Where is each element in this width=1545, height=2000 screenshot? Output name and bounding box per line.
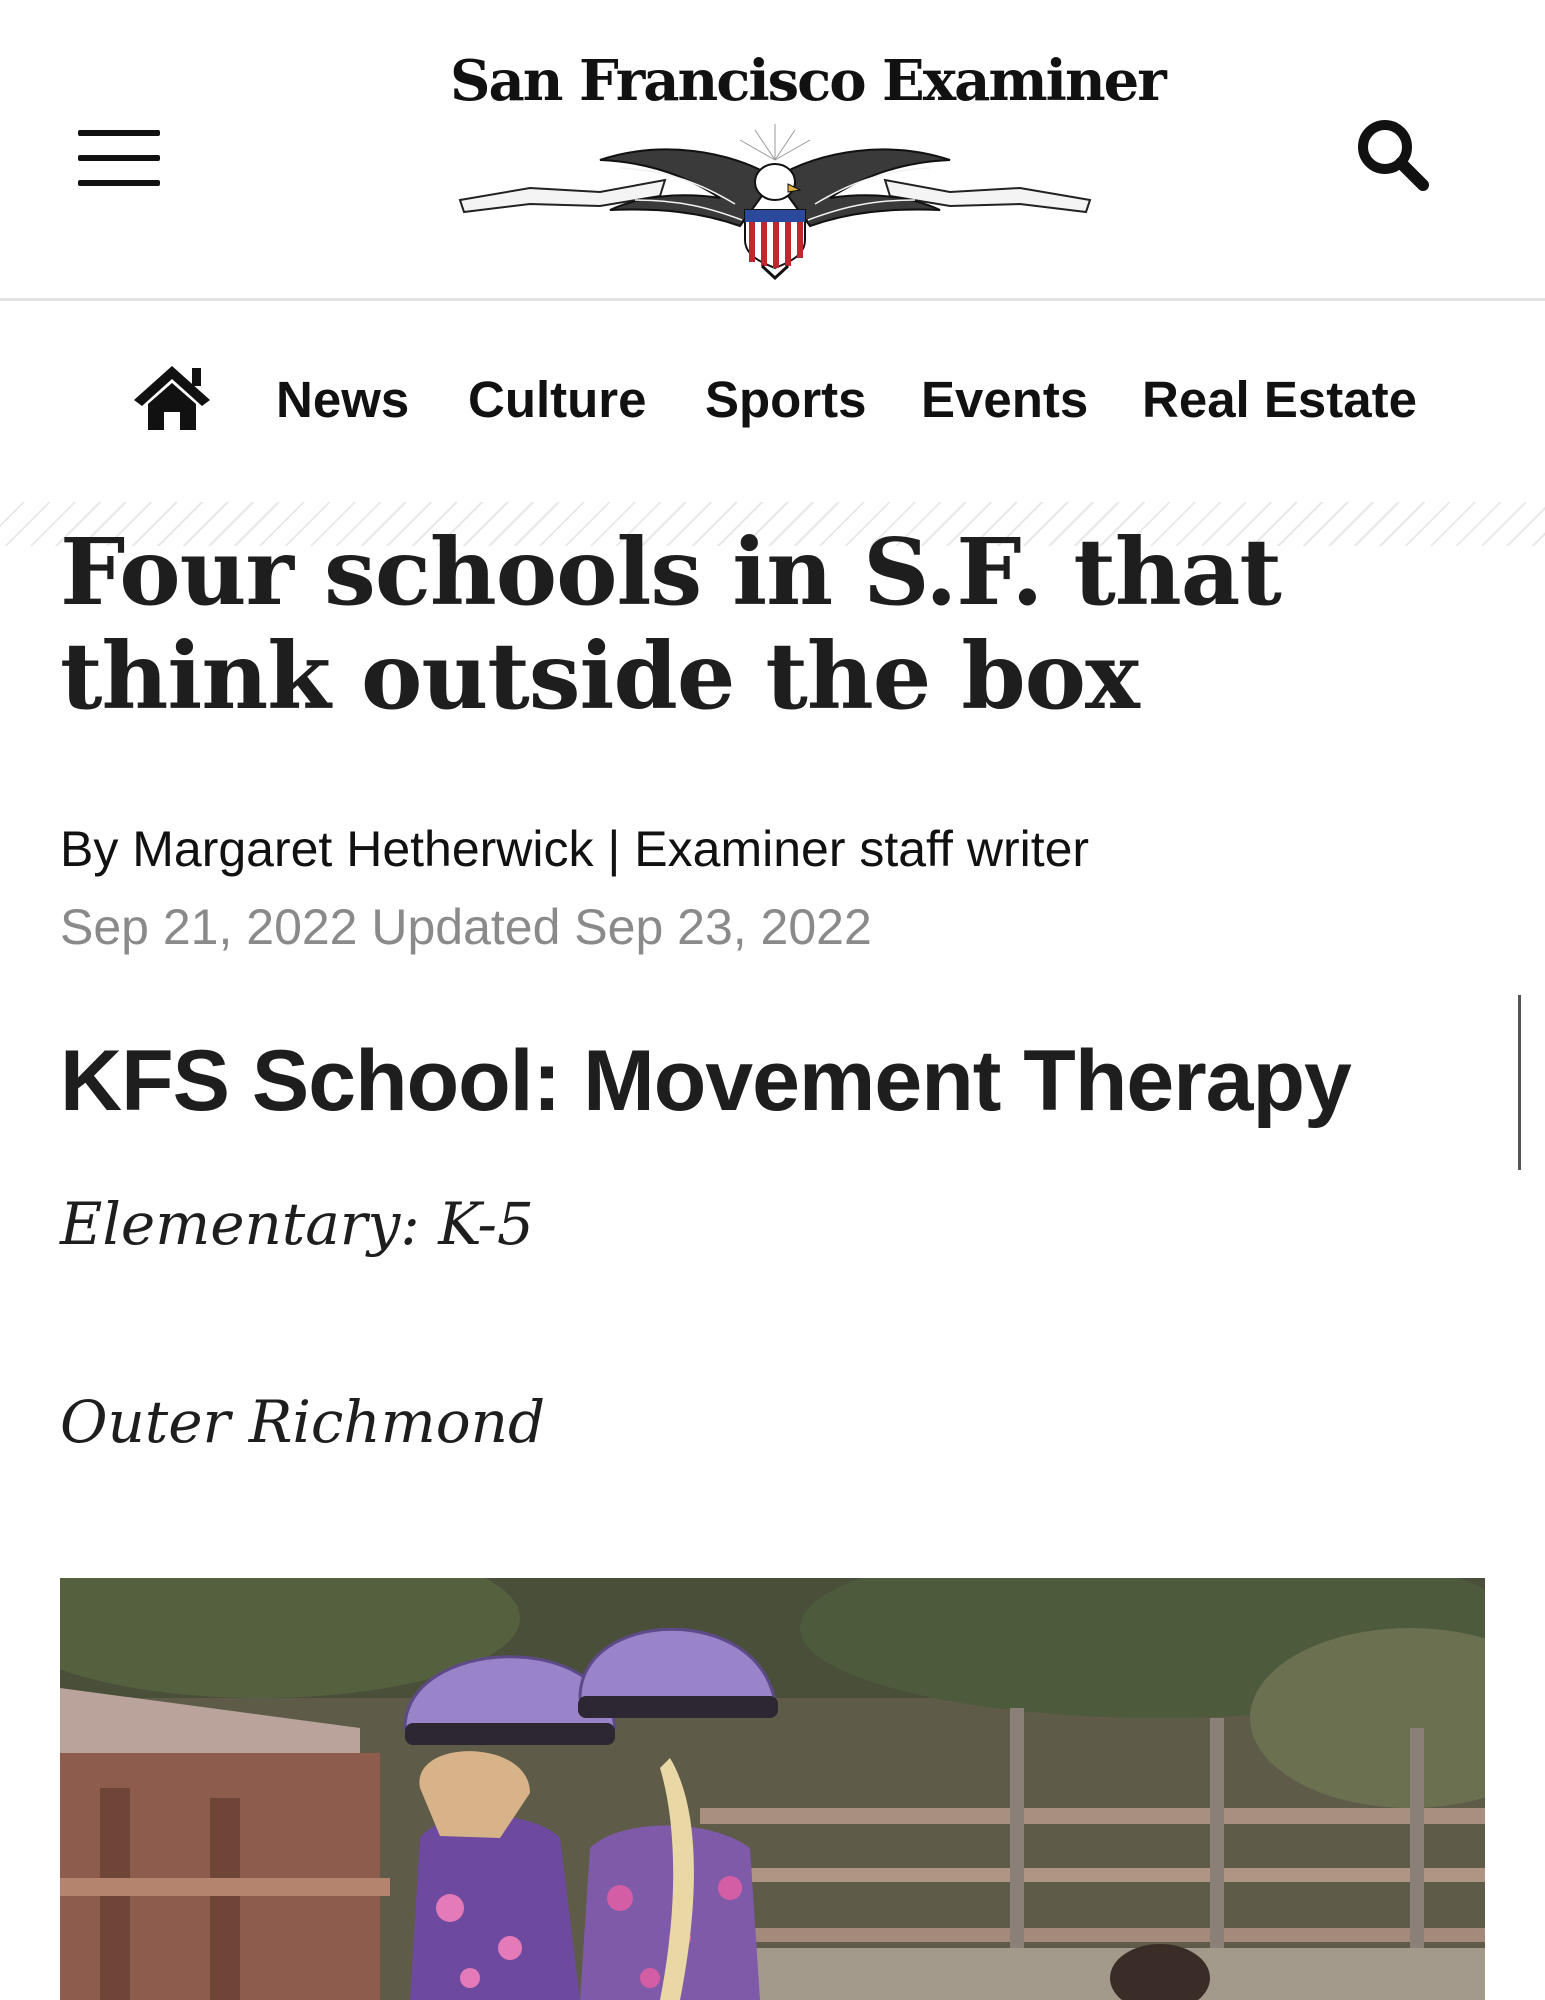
section-heading: KFS School: Movement Therapy [60,1033,1352,1129]
scroll-indicator [1518,995,1521,1170]
author-role: | Examiner staff writer [593,821,1090,877]
search-icon[interactable] [1353,115,1433,195]
dateline: Sep 21, 2022 Updated Sep 23, 2022 [60,899,872,955]
neighborhood: Outer Richmond [60,1388,546,1456]
masthead-logo[interactable]: San Francisco Examiner [450,40,1167,280]
eagle-emblem-icon [458,124,1092,280]
nav-item-sports[interactable]: Sports [705,370,867,429]
byline: By Margaret Hetherwick | Examiner staff … [60,820,1089,878]
byline-prefix: By [60,821,133,877]
grade-level: Elementary: K-5 [60,1190,534,1258]
nav-item-real-estate[interactable]: Real Estate [1142,370,1417,429]
nav-item-culture[interactable]: Culture [468,370,647,429]
primary-nav: News Culture Sports Events Real Estate [0,300,1545,500]
nav-item-events[interactable]: Events [921,370,1088,429]
site-header: San Francisco Examiner [0,0,1545,301]
photo-children-riding-helmets [60,1578,1485,2000]
home-icon[interactable] [132,362,212,432]
article-headline: Four schools in S.F. that think outside … [60,518,1282,730]
hamburger-menu-icon[interactable] [76,128,162,188]
article-photo[interactable] [60,1578,1485,2000]
author-link[interactable]: Margaret Hetherwick [132,821,593,877]
nav-item-news[interactable]: News [276,370,409,429]
